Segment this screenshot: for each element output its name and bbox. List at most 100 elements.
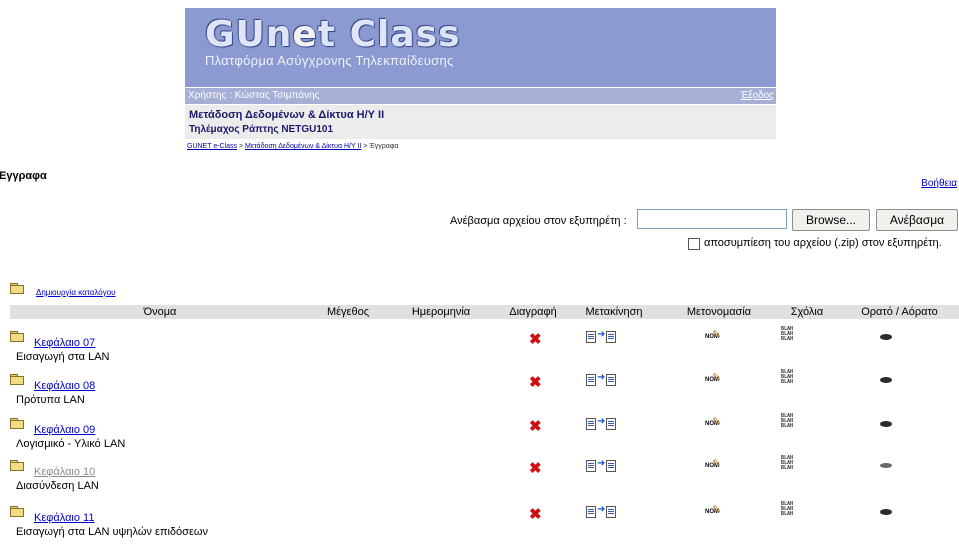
page-title: Έγγραφα bbox=[0, 170, 47, 182]
move-icon[interactable]: ➜ bbox=[586, 458, 616, 472]
rename-icon[interactable]: NOM ✎ bbox=[705, 457, 723, 473]
col-rename: Μετονομασία bbox=[686, 306, 752, 318]
visible-eye-icon[interactable] bbox=[880, 509, 892, 515]
folder-icon bbox=[10, 460, 24, 471]
user-bar: Χρήστης : Κώστας Τσιμπάνης Έξοδος bbox=[185, 88, 776, 104]
course-title: Μετάδοση Δεδομένων & Δίκτυα Η/Υ ΙΙ bbox=[189, 109, 385, 121]
col-size: Μέγεθος bbox=[326, 306, 369, 318]
page-icon bbox=[606, 374, 616, 386]
visible-eye-icon[interactable] bbox=[880, 377, 892, 383]
arrow-icon: ➜ bbox=[597, 504, 606, 515]
logo-text-b: e bbox=[292, 14, 318, 55]
folder-name-link[interactable]: Κεφάλαιο 07 bbox=[34, 337, 95, 349]
table-row: Κεφάλαιο 07 Εισαγωγή στα LAN ✖ ➜ NOM ✎ BLAH BLA… bbox=[0, 327, 959, 372]
col-move: Μετακίνηση bbox=[585, 306, 643, 318]
col-name: Όνομα bbox=[143, 306, 177, 318]
move-icon[interactable]: ➜ bbox=[586, 329, 616, 343]
folder-description: Πρότυπα LAN bbox=[16, 394, 85, 406]
move-icon[interactable]: ➜ bbox=[586, 504, 616, 518]
page-icon bbox=[586, 418, 596, 430]
pencil-icon: ✎ bbox=[712, 372, 722, 384]
delete-icon[interactable]: ✖ bbox=[529, 505, 542, 523]
folder-description: Εισαγωγή στα LAN υψηλών επιδόσεων bbox=[16, 526, 208, 538]
rename-icon[interactable]: NOM ✎ bbox=[705, 415, 723, 431]
col-comments: Σχόλια bbox=[790, 306, 824, 318]
folder-name-link[interactable]: Κεφάλαιο 09 bbox=[34, 424, 95, 436]
file-path-input[interactable] bbox=[637, 209, 787, 229]
breadcrumb-separator: > bbox=[237, 143, 246, 150]
logo: GUnet Class bbox=[205, 15, 461, 55]
comment-icon-text: BLAH bbox=[781, 336, 794, 342]
delete-icon[interactable]: ✖ bbox=[529, 373, 542, 391]
arrow-icon: ➜ bbox=[597, 329, 606, 340]
comment-icon[interactable]: BLAH BLAH BLAH bbox=[781, 456, 793, 471]
browse-button[interactable]: Browse... bbox=[792, 209, 870, 231]
folder-description: Διασύνδεση LAN bbox=[16, 480, 99, 492]
pencil-icon: ✎ bbox=[712, 504, 722, 516]
delete-icon[interactable]: ✖ bbox=[529, 459, 542, 477]
course-bar: Μετάδοση Δεδομένων & Δίκτυα Η/Υ ΙΙ Τηλέμ… bbox=[185, 105, 776, 139]
rename-icon[interactable]: NOM ✎ bbox=[705, 503, 723, 519]
rename-icon[interactable]: NOM ✎ bbox=[705, 371, 723, 387]
page-icon bbox=[586, 506, 596, 518]
header-banner: GUnet Class Πλατφόρμα Ασύγχρονης Τηλεκπα… bbox=[185, 8, 776, 87]
move-icon[interactable]: ➜ bbox=[586, 372, 616, 386]
course-subtitle: Τηλέμαχος Ράπτης NETGU101 bbox=[189, 124, 334, 135]
page-icon bbox=[606, 418, 616, 430]
upload-button[interactable]: Ανέβασμα bbox=[876, 209, 958, 231]
page-icon bbox=[606, 460, 616, 472]
table-header: Όνομα Μέγεθος Ημερομηνία Διαγραφή Μετακί… bbox=[10, 305, 959, 319]
folder-name-link[interactable]: Κεφάλαιο 10 bbox=[34, 466, 95, 478]
hidden-eye-icon[interactable] bbox=[880, 463, 892, 468]
page-icon bbox=[606, 331, 616, 343]
table-row: Κεφάλαιο 10 Διασύνδεση LAN ✖ ➜ NOM ✎ BLAH BLAH B… bbox=[0, 456, 959, 501]
move-icon[interactable]: ➜ bbox=[586, 416, 616, 430]
delete-icon[interactable]: ✖ bbox=[529, 330, 542, 348]
page-icon bbox=[606, 506, 616, 518]
folder-name-link[interactable]: Κεφάλαιο 11 bbox=[34, 512, 94, 524]
pencil-icon: ✎ bbox=[712, 416, 722, 428]
folder-icon bbox=[10, 331, 24, 342]
unzip-label: αποσυμπίεση του αρχείου (.zip) στον εξυπ… bbox=[704, 237, 942, 249]
col-visibility: Ορατό / Αόρατο bbox=[861, 306, 938, 318]
table-row: Κεφάλαιο 11 Εισαγωγή στα LAN υψηλών επιδό… bbox=[0, 502, 959, 547]
visible-eye-icon[interactable] bbox=[880, 334, 892, 340]
page-icon bbox=[586, 374, 596, 386]
folder-icon bbox=[10, 283, 24, 294]
help-link[interactable]: Βοήθεια bbox=[921, 178, 957, 189]
breadcrumb-home[interactable]: GUNET e-Class bbox=[187, 143, 237, 150]
upload-label: Ανέβασμα αρχείου στον εξυπηρέτη : bbox=[450, 215, 627, 227]
page-icon bbox=[586, 331, 596, 343]
arrow-icon: ➜ bbox=[597, 416, 606, 427]
breadcrumb: GUNET e-Class > Μετάδοση Δεδομένων & Δίκ… bbox=[187, 143, 398, 150]
visible-eye-icon[interactable] bbox=[880, 421, 892, 427]
folder-icon bbox=[10, 506, 24, 517]
comment-icon[interactable]: BLAH BLAH BLAH bbox=[781, 327, 793, 342]
comment-icon-text: BLAH bbox=[781, 379, 794, 385]
user-name: Χρήστης : Κώστας Τσιμπάνης bbox=[188, 90, 320, 101]
comment-icon-text: BLAH bbox=[781, 423, 794, 429]
comment-icon[interactable]: BLAH BLAH BLAH bbox=[781, 502, 793, 517]
upload-form: Ανέβασμα αρχείου στον εξυπηρέτη : Browse… bbox=[450, 209, 959, 233]
folder-icon bbox=[10, 418, 24, 429]
create-directory-link[interactable]: Δημιουργία καταλόγου bbox=[36, 288, 116, 297]
comment-icon-text: BLAH bbox=[781, 511, 794, 517]
breadcrumb-course[interactable]: Μετάδοση Δεδομένων & Δίκτυα Η/Υ ΙΙ bbox=[245, 143, 361, 150]
comment-icon[interactable]: BLAH BLAH BLAH bbox=[781, 370, 793, 385]
folder-description: Εισαγωγή στα LAN bbox=[16, 351, 110, 363]
rename-icon[interactable]: NOM ✎ bbox=[705, 328, 723, 344]
folder-name-link[interactable]: Κεφάλαιο 08 bbox=[34, 380, 95, 392]
logo-text-c: t Class bbox=[317, 14, 461, 55]
col-delete: Διαγραφή bbox=[509, 306, 557, 318]
arrow-icon: ➜ bbox=[597, 372, 606, 383]
page-icon bbox=[586, 460, 596, 472]
logout-link[interactable]: Έξοδος bbox=[740, 90, 774, 101]
col-date: Ημερομηνία bbox=[411, 306, 471, 318]
unzip-checkbox[interactable] bbox=[688, 238, 700, 250]
breadcrumb-current: Έγγραφα bbox=[369, 143, 399, 150]
table-row: Κεφάλαιο 08 Πρότυπα LAN ✖ ➜ NOM ✎ BLAH BLAH BLAH bbox=[0, 370, 959, 415]
delete-icon[interactable]: ✖ bbox=[529, 417, 542, 435]
arrow-icon: ➜ bbox=[597, 458, 606, 469]
comment-icon[interactable]: BLAH BLAH BLAH bbox=[781, 414, 793, 429]
table-row: Κεφάλαιο 09 Λογισμικό - Υλικό LAN ✖ ➜ NOM ✎ BL… bbox=[0, 414, 959, 459]
